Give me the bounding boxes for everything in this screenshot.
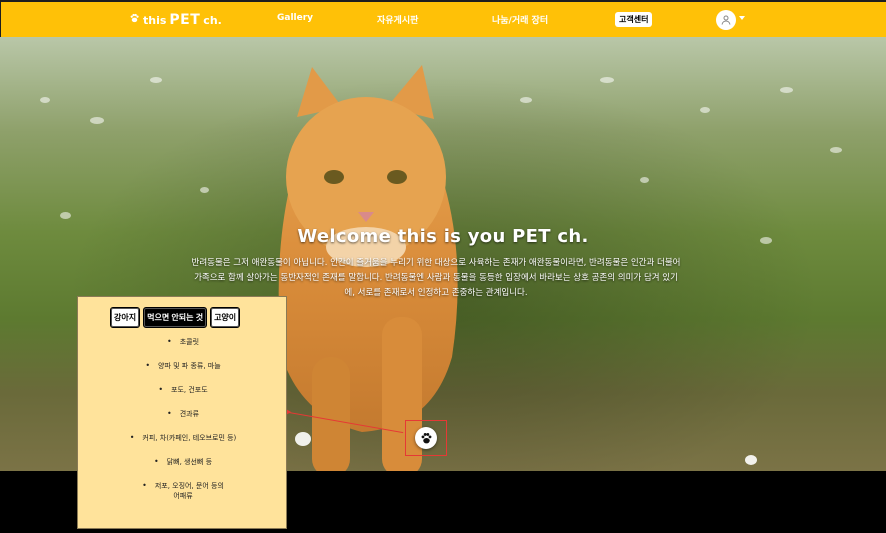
user-icon[interactable] (716, 10, 736, 30)
hero-description: 반려동물은 그저 애완동물이 아닙니다. 인간이 즐거움을 누리기 위한 대상으… (182, 256, 690, 301)
brand-this: this (143, 13, 167, 27)
hero-description-line: 반려동물은 그저 애완동물이 아닙니다. 인간이 즐거움을 누리기 위한 대상으… (191, 258, 681, 268)
paw-toggle-button[interactable] (405, 420, 447, 456)
tab-cat[interactable]: 고양이 (210, 307, 241, 328)
list-item: • 초콜릿 (166, 337, 200, 346)
paw-icon (415, 427, 437, 449)
flower-speck (200, 187, 209, 193)
pet-food-popup: 강아지 먹으면 안되는 것 고양이 • 초콜릿 • 양파 및 파 종류, 마늘 • 포… (77, 296, 287, 529)
list-item: • 포도, 건포도 (158, 385, 208, 394)
flower-speck (520, 97, 532, 103)
flower-speck (600, 77, 614, 83)
list-item-label: 포도, 건포도 (171, 386, 208, 394)
popup-tabs: 강아지 먹으면 안되는 것 고양이 (110, 307, 241, 328)
tab-dog[interactable]: 강아지 (110, 307, 141, 328)
list-item-label: 어패류 (173, 492, 193, 500)
chevron-down-icon[interactable] (739, 16, 745, 20)
list-item-label: 견과류 (179, 410, 200, 418)
flower-speck (745, 455, 757, 465)
list-item-label: 양파 및 파 종류, 마늘 (158, 362, 221, 370)
brand-pet: PET (169, 12, 201, 28)
flower-speck (780, 87, 793, 93)
flower-speck (90, 117, 104, 124)
flower-speck (830, 147, 842, 153)
list-item-label: 저포, 오징어, 문어 등의 (154, 482, 224, 490)
list-item: • 양파 및 파 종류, 마늘 (145, 361, 221, 370)
tab-forbidden-food[interactable]: 먹으면 안되는 것 (143, 307, 208, 328)
hero-description-line: 가족으로 함께 살아가는 동반자적인 존재를 말합니다. 반려동물엔 사람과 동… (194, 273, 678, 283)
flower-speck (700, 107, 710, 113)
brand-ch: ch. (203, 13, 222, 27)
list-item-label: 닭뼈, 생선뼈 등 (166, 458, 213, 466)
top-navbar: this PET ch. Gallery 자유게시판 나눔/거래 장터 고객센터 (0, 0, 886, 37)
flower-speck (150, 77, 162, 83)
flower-speck (60, 212, 71, 219)
flower-speck (640, 177, 649, 183)
list-item-label: 커피, 차(카페인, 테오브로민 등) (142, 434, 237, 442)
paw-icon (129, 13, 140, 27)
hero-title: Welcome this is you PET ch. (297, 226, 589, 247)
list-item: • 견과류 (166, 409, 200, 418)
flower-speck (40, 97, 50, 103)
forbidden-food-list: • 초콜릿 • 양파 및 파 종류, 마늘 • 포도, 건포도 • 견과류 • 커피, 차… (78, 337, 288, 500)
list-item-label: 초콜릿 (179, 338, 200, 346)
nav-market[interactable]: 나눔/거래 장터 (492, 13, 548, 26)
brand-logo[interactable]: this PET ch. (129, 11, 222, 29)
list-item: • 커피, 차(카페인, 테오브로민 등) (129, 433, 237, 442)
nav-free-board[interactable]: 자유게시판 (377, 13, 418, 26)
nav-gallery[interactable]: Gallery (277, 13, 313, 23)
list-item: • 저포, 오징어, 문어 등의 어패류 (142, 481, 224, 500)
list-item: • 닭뼈, 생선뼈 등 (153, 457, 213, 466)
nav-support-button[interactable]: 고객센터 (615, 12, 653, 27)
